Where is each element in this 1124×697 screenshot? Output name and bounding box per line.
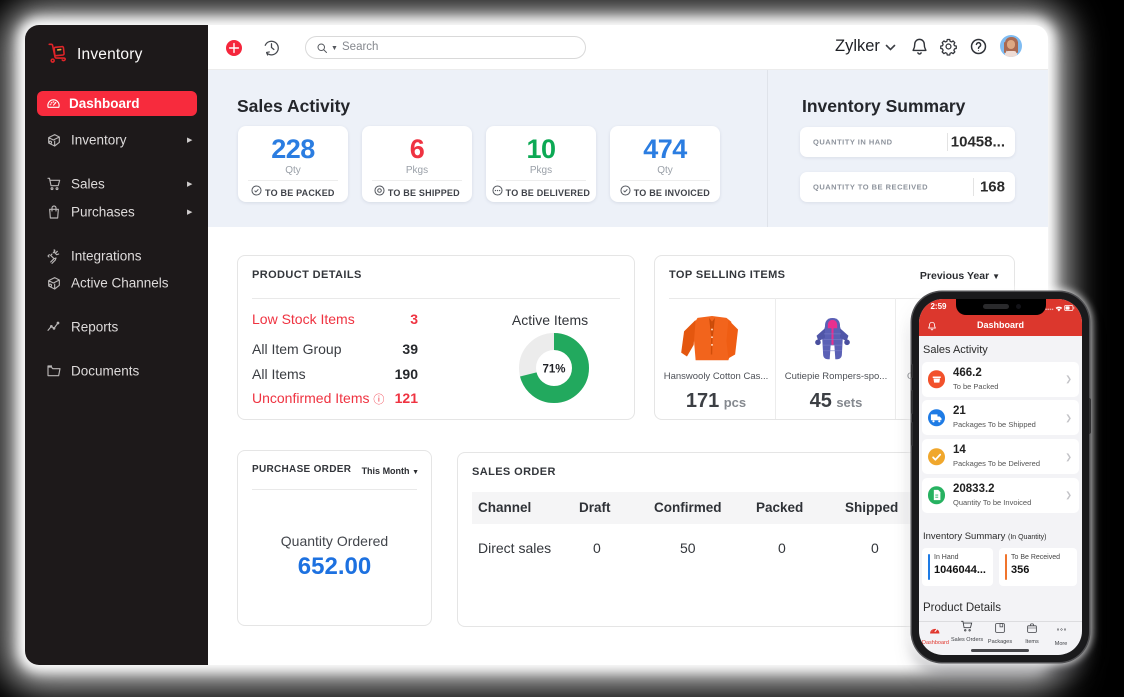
svg-text:71%: 71%: [542, 363, 565, 375]
